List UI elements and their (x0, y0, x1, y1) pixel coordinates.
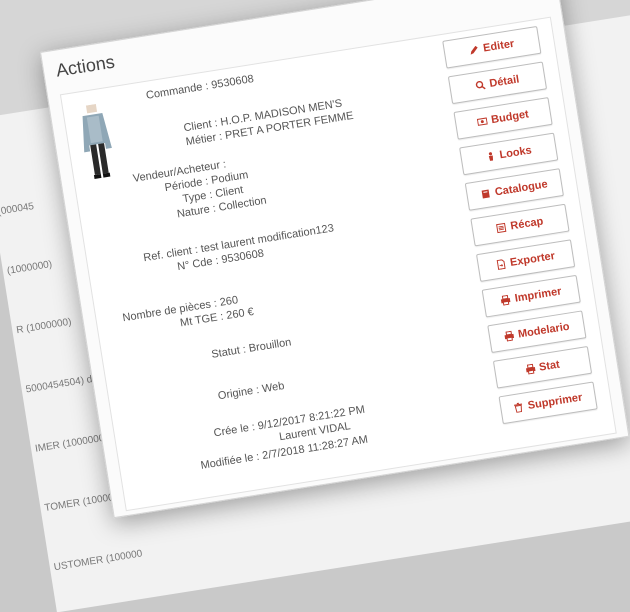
printer-icon (501, 294, 511, 306)
printer-icon (525, 363, 536, 375)
order-info: Commande : 9530608 Client : H.O.P. MADIS… (61, 39, 482, 510)
recap-button-label: Récap (509, 215, 545, 233)
budget-button[interactable]: Budget (453, 97, 553, 140)
budget-button-label: Budget (490, 108, 530, 127)
modelario-button-label: Modelario (517, 320, 571, 341)
detail-button-label: Détail (488, 73, 521, 90)
money-icon (476, 117, 488, 126)
background-list-row[interactable]: 5000454504) d (20, 369, 94, 402)
stat-button[interactable]: Stat (492, 345, 593, 389)
delete-button-label: Supprimer (526, 391, 584, 412)
modelario-button[interactable]: Modelario (487, 310, 587, 354)
list-icon (496, 222, 507, 234)
background-list-row[interactable]: (000045 (0, 196, 36, 224)
background-list-row[interactable]: R (1000000) (11, 312, 73, 343)
background-list-row[interactable]: (1000000) (1, 254, 53, 283)
origine-value: Origine : Web (217, 379, 286, 403)
printer-icon (504, 330, 515, 342)
statut-value: Statut : Brouillon (210, 336, 293, 361)
person-icon (488, 152, 493, 161)
edit-button[interactable]: Editer (442, 25, 542, 69)
detail-button[interactable]: Détail (447, 61, 548, 105)
catalogue-button[interactable]: Catalogue (464, 168, 564, 211)
background-list-row[interactable]: IMER (1000000) (30, 427, 110, 461)
background-list-row[interactable]: USTOMER (100000 (48, 543, 144, 579)
order-card: Commande : 9530608 Client : H.O.P. MADIS… (59, 16, 617, 512)
pencil-icon (471, 45, 479, 55)
looks-button[interactable]: Looks (459, 132, 559, 176)
trash-icon (514, 402, 523, 413)
edit-button-label: Editer (482, 37, 516, 55)
file-export-icon (497, 259, 507, 270)
looks-button-label: Looks (498, 144, 533, 162)
actions-panel: Actions Commande : 9530608 Client : H.O.… (40, 0, 630, 519)
export-button[interactable]: Exporter (476, 239, 576, 282)
print-button[interactable]: Imprimer (481, 274, 581, 318)
catalogue-button-label: Catalogue (494, 178, 549, 199)
panel-title: Actions (54, 51, 116, 81)
stat-button-label: Stat (538, 358, 561, 374)
export-button-label: Exporter (509, 250, 556, 269)
book-icon (482, 189, 491, 199)
search-icon (475, 80, 486, 90)
recap-button[interactable]: Récap (470, 203, 570, 247)
action-buttons: Editer Détail Budget Looks Catalogue Réc… (441, 20, 598, 425)
commande-value: Commande : 9530608 (145, 72, 255, 102)
delete-button[interactable]: Supprimer (498, 381, 598, 425)
print-button-label: Imprimer (513, 285, 563, 305)
